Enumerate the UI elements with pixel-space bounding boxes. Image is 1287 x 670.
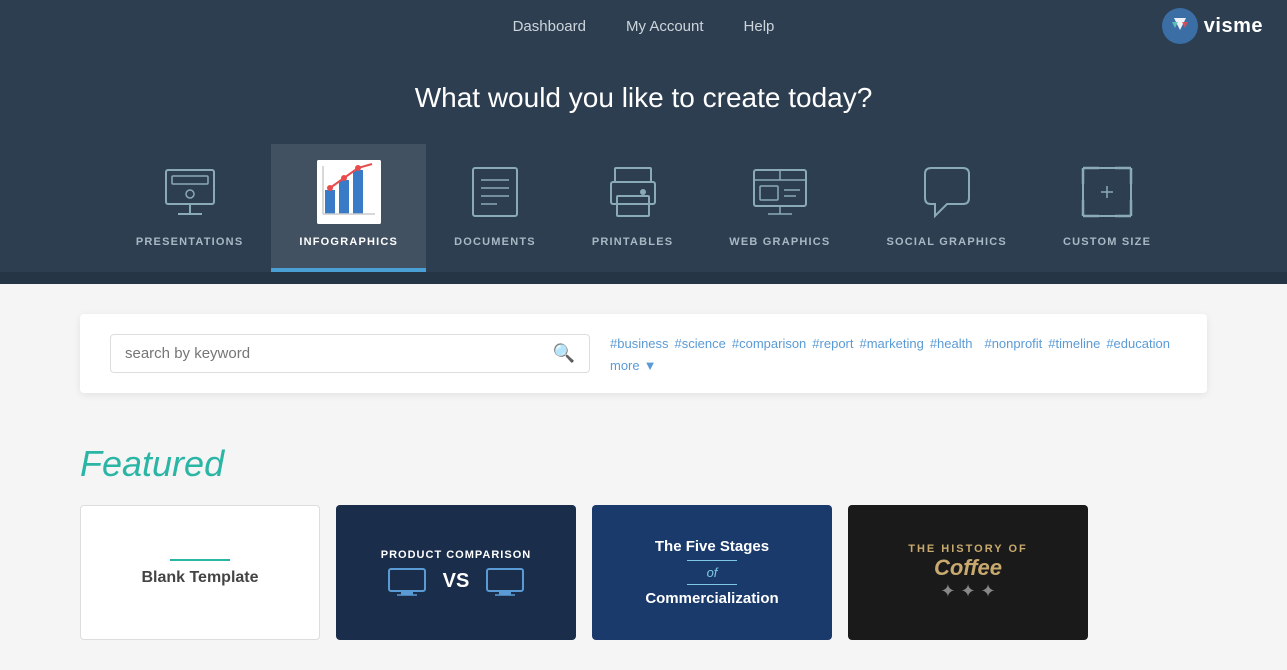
web-graphics-icon — [748, 160, 812, 224]
five-stages-divider — [687, 560, 737, 561]
social-graphics-icon — [915, 160, 979, 224]
blank-card-title: Blank Template — [141, 569, 258, 587]
five-stages-divider2 — [687, 584, 737, 585]
logo-area: visme — [1162, 8, 1263, 44]
cat-printables-label: PRINTABLES — [592, 236, 673, 248]
cat-printables[interactable]: PRINTABLES — [564, 144, 701, 272]
product-comparison-title: PRODUCT COMPARISON — [381, 549, 531, 561]
monitor-left-icon — [387, 567, 427, 597]
cat-social-graphics[interactable]: SOCIAL GRAPHICS — [858, 144, 1034, 272]
chevron-down-icon: ▼ — [644, 358, 657, 373]
hero-section: What would you like to create today? PRE… — [0, 52, 1287, 272]
search-container: 🔍 #business #science #comparison #report… — [80, 314, 1207, 393]
coffee-accent-icon: ✦ ✦ ✦ — [940, 581, 995, 602]
blank-card-accent — [170, 559, 230, 561]
search-icon: 🔍 — [553, 343, 575, 364]
featured-card-blank[interactable]: Blank Template — [80, 505, 320, 640]
vs-label: VS — [443, 570, 470, 593]
more-tags-button[interactable]: more ▼ — [610, 358, 657, 373]
cat-presentations[interactable]: PRESENTATIONS — [108, 144, 271, 272]
hero-bottom-bar — [0, 272, 1287, 284]
search-input-wrap[interactable]: 🔍 — [110, 334, 590, 373]
presentations-icon — [158, 160, 222, 224]
cat-custom-size-label: CUSTOM SIZE — [1063, 236, 1151, 248]
tag-comparison[interactable]: #comparison — [732, 336, 806, 351]
cat-web-graphics-label: WEB GRAPHICS — [729, 236, 830, 248]
history-of-label: THE HISTORY OF — [908, 543, 1027, 555]
cat-documents[interactable]: DOCUMENTS — [426, 144, 564, 272]
custom-size-icon — [1075, 160, 1139, 224]
cat-custom-size[interactable]: CUSTOM SIZE — [1035, 144, 1179, 272]
nav-help[interactable]: Help — [744, 18, 775, 35]
featured-card-five-stages[interactable]: The Five Stages of Commercialization — [592, 505, 832, 640]
coffee-word: Coffee — [934, 555, 1002, 581]
featured-card-product-comparison[interactable]: PRODUCT COMPARISON VS — [336, 505, 576, 640]
nav-links: Dashboard My Account Help — [24, 18, 1263, 35]
nav-dashboard[interactable]: Dashboard — [513, 18, 586, 35]
search-section: 🔍 #business #science #comparison #report… — [0, 284, 1287, 423]
cat-social-graphics-label: SOCIAL GRAPHICS — [886, 236, 1006, 248]
infographics-icon — [317, 160, 381, 224]
navbar: Dashboard My Account Help visme — [0, 0, 1287, 52]
cat-presentations-label: PRESENTATIONS — [136, 236, 243, 248]
cat-documents-label: DOCUMENTS — [454, 236, 536, 248]
featured-section: Featured Blank Template PRODUCT COMPARIS… — [0, 423, 1287, 670]
hero-title: What would you like to create today? — [0, 82, 1287, 114]
five-stages-subtitle: Commercialization — [645, 589, 778, 609]
tag-health[interactable]: #health — [930, 336, 973, 351]
featured-title: Featured — [80, 443, 1207, 485]
tag-report[interactable]: #report — [812, 336, 853, 351]
printables-icon — [601, 160, 665, 224]
category-tabs: PRESENTATIONS INFOGRAPHICS — [0, 144, 1287, 272]
tag-nonprofit[interactable]: #nonprofit — [984, 336, 1042, 351]
documents-icon — [463, 160, 527, 224]
tag-education[interactable]: #education — [1106, 336, 1170, 351]
monitor-right-icon — [485, 567, 525, 597]
five-stages-of: of — [707, 565, 718, 580]
nav-my-account[interactable]: My Account — [626, 18, 704, 35]
tag-marketing[interactable]: #marketing — [860, 336, 924, 351]
tag-science[interactable]: #science — [675, 336, 726, 351]
search-input[interactable] — [125, 345, 543, 362]
featured-grid: Blank Template PRODUCT COMPARISON VS — [80, 505, 1207, 640]
tags-area: #business #science #comparison #report #… — [610, 334, 1177, 373]
five-stages-title: The Five Stages — [655, 537, 769, 557]
tag-business[interactable]: #business — [610, 336, 669, 351]
cat-infographics-label: INFOGRAPHICS — [299, 236, 398, 248]
cat-infographics[interactable]: INFOGRAPHICS — [271, 144, 426, 272]
tag-timeline[interactable]: #timeline — [1048, 336, 1100, 351]
visme-logo-icon — [1162, 8, 1198, 44]
featured-card-history-coffee[interactable]: THE HISTORY OF Coffee ✦ ✦ ✦ — [848, 505, 1088, 640]
logo-text: visme — [1204, 15, 1263, 38]
product-comparison-icons: VS — [387, 567, 526, 597]
cat-web-graphics[interactable]: WEB GRAPHICS — [701, 144, 858, 272]
